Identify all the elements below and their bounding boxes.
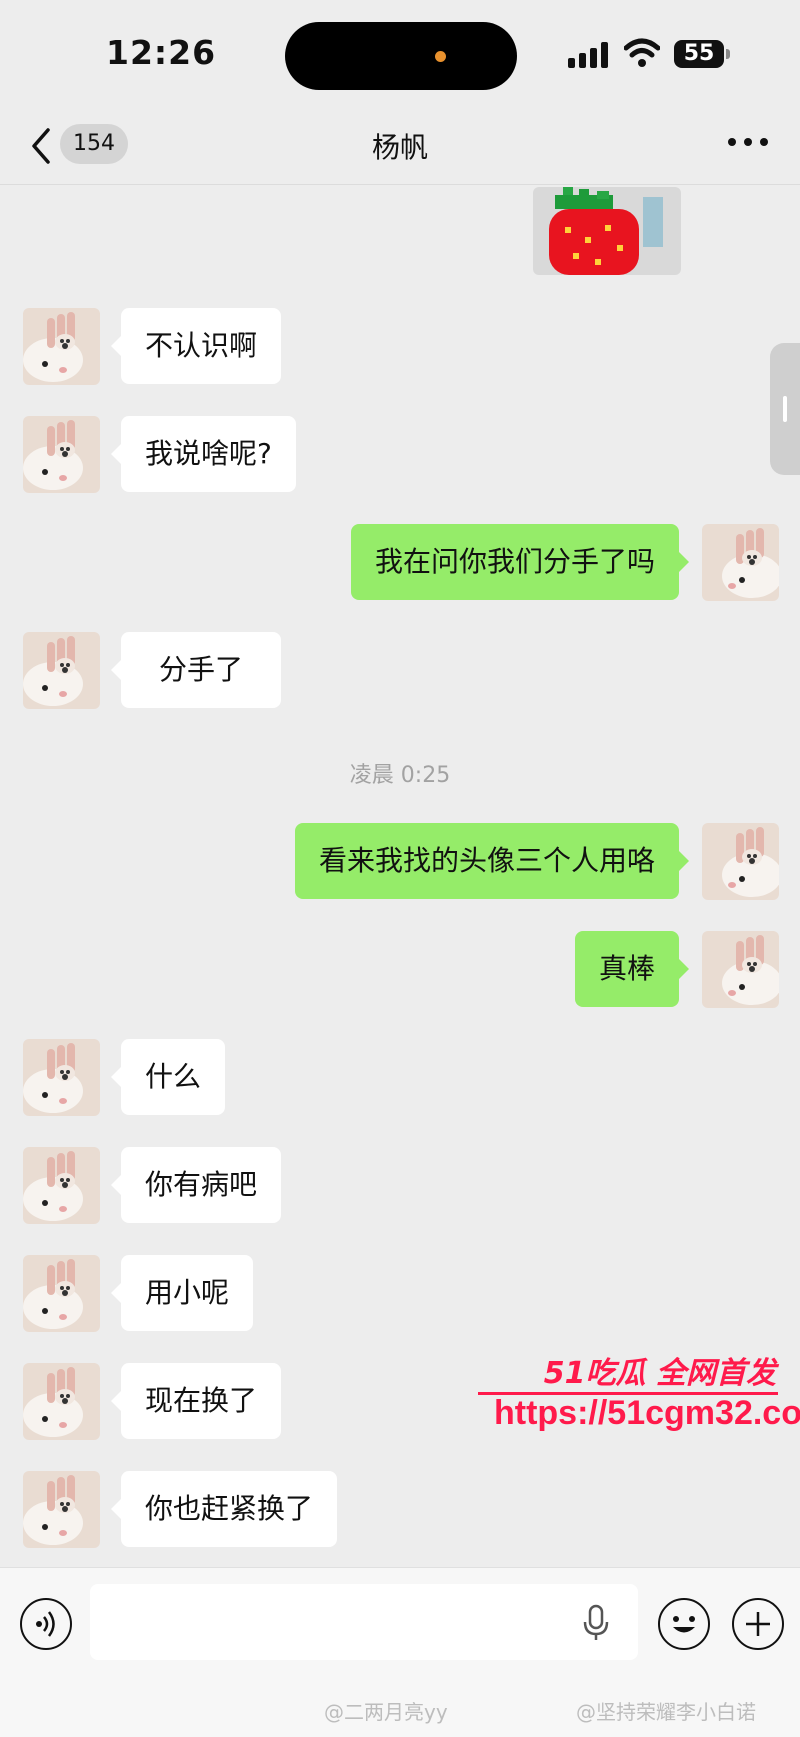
microphone-icon[interactable] bbox=[582, 1604, 610, 1642]
contact-avatar[interactable] bbox=[23, 416, 100, 493]
watermark-url: https://51cgm32.com bbox=[494, 1394, 800, 1432]
status-bar: 12:26 55 bbox=[0, 0, 800, 108]
message-bubble-incoming[interactable]: 什么 bbox=[110, 1039, 226, 1115]
credit-right: @坚持荣耀李小白诺 bbox=[576, 1700, 756, 1724]
credits: @二两月亮yy @坚持荣耀李小白诺 bbox=[0, 1696, 800, 1726]
wifi-icon bbox=[624, 38, 660, 67]
unread-count-badge[interactable]: 154 bbox=[60, 124, 128, 164]
contact-avatar[interactable] bbox=[23, 308, 100, 385]
contact-avatar[interactable] bbox=[23, 1039, 100, 1116]
signal-icon bbox=[568, 42, 610, 68]
message-bubble-incoming[interactable]: 你也赶紧换了 bbox=[110, 1471, 338, 1547]
chevron-left-icon[interactable] bbox=[26, 126, 56, 166]
message-bubble-incoming[interactable]: 现在换了 bbox=[110, 1363, 282, 1439]
my-avatar[interactable] bbox=[702, 931, 779, 1008]
battery-indicator: 55 bbox=[674, 40, 724, 68]
emoji-icon[interactable] bbox=[658, 1598, 710, 1650]
time-divider: 凌晨 0:25 bbox=[349, 763, 451, 788]
my-avatar[interactable] bbox=[702, 524, 779, 601]
status-time: 12:26 bbox=[106, 33, 217, 72]
more-dots-icon[interactable] bbox=[728, 138, 772, 150]
scroll-handle[interactable] bbox=[770, 343, 800, 475]
contact-avatar[interactable] bbox=[23, 1471, 100, 1548]
message-input[interactable] bbox=[90, 1584, 638, 1660]
strawberry-sticker[interactable] bbox=[533, 187, 681, 275]
message-bubble-incoming[interactable]: 你有病吧 bbox=[110, 1147, 282, 1223]
message-bubble-incoming[interactable]: 用小呢 bbox=[110, 1255, 254, 1331]
watermark: 51吃瓜 全网首发 https://51cgm32.com bbox=[478, 1348, 800, 1438]
dynamic-island bbox=[285, 22, 517, 90]
message-bubble-incoming[interactable]: 不认识啊 bbox=[110, 308, 282, 384]
contact-avatar[interactable] bbox=[23, 1147, 100, 1224]
message-bubble-outgoing[interactable]: 真棒 bbox=[574, 931, 690, 1007]
contact-avatar[interactable] bbox=[23, 1255, 100, 1332]
contact-avatar[interactable] bbox=[23, 632, 100, 709]
message-bubble-outgoing[interactable]: 看来我找的头像三个人用咯 bbox=[294, 823, 690, 899]
watermark-title: 51吃瓜 全网首发 bbox=[543, 1356, 776, 1391]
message-bubble-incoming[interactable]: 分手了 bbox=[110, 632, 282, 708]
battery-tip bbox=[726, 49, 730, 59]
my-avatar[interactable] bbox=[702, 823, 779, 900]
voice-icon[interactable] bbox=[20, 1598, 72, 1650]
message-bubble-incoming[interactable]: 我说啥呢? bbox=[111, 416, 296, 492]
chat-header: 杨帆 154 bbox=[0, 108, 800, 185]
contact-avatar[interactable] bbox=[23, 1363, 100, 1440]
input-bar: @二两月亮yy @坚持荣耀李小白诺 bbox=[0, 1567, 800, 1737]
message-bubble-outgoing[interactable]: 我在问你我们分手了吗 bbox=[350, 524, 690, 600]
plus-icon[interactable] bbox=[732, 1598, 784, 1650]
credit-left: @二两月亮yy bbox=[324, 1700, 448, 1724]
